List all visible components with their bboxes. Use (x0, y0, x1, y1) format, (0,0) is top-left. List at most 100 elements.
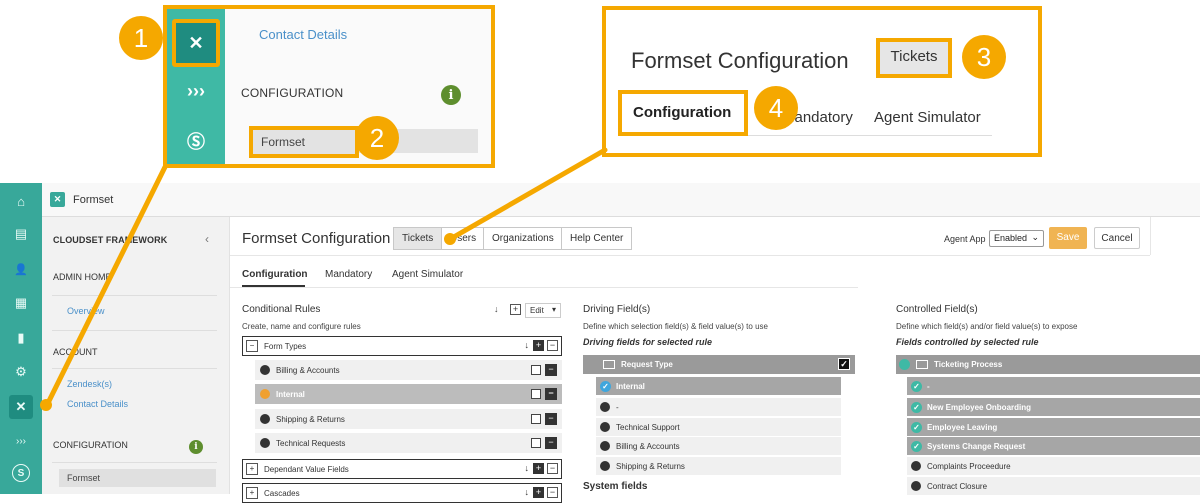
collapse-chevron-icon[interactable]: ‹ (205, 232, 209, 246)
zendesk-link[interactable]: Zendesk(s) (67, 379, 112, 389)
copy-icon[interactable] (531, 438, 541, 448)
formset-nav-item[interactable]: Formset (59, 469, 216, 487)
check-circle-icon[interactable]: ✓ (911, 381, 922, 392)
controlled-field-header[interactable]: Ticketing Process (896, 355, 1200, 374)
rule-row[interactable]: Billing & Accounts − (255, 360, 562, 380)
sort-icon[interactable]: ↓ (525, 340, 530, 350)
zoom-page-title: Formset Configuration (631, 48, 849, 73)
tab-agent-simulator[interactable]: Agent Simulator (392, 269, 463, 280)
cloudset-icon[interactable]: ✕ (172, 19, 220, 67)
check-circle-icon[interactable]: ✓ (911, 422, 922, 433)
check-circle-icon[interactable]: ✓ (600, 381, 611, 392)
sort-icon[interactable]: ↓ (525, 463, 530, 473)
radio-icon[interactable] (600, 402, 610, 412)
expand-icon[interactable]: + (246, 487, 258, 499)
s-icon[interactable]: Ⓢ (176, 121, 216, 161)
contact-details-link[interactable]: Contact Details (67, 399, 128, 409)
driving-value-row[interactable]: - (596, 398, 841, 416)
building-icon[interactable]: ▦ (9, 291, 33, 315)
admin-home-heading[interactable]: ADMIN HOME (53, 272, 112, 282)
save-button[interactable]: Save (1049, 227, 1087, 249)
checkbox-checked-icon[interactable]: ✓ (838, 358, 850, 370)
radio-icon[interactable] (911, 461, 921, 471)
arrows-icon[interactable]: ››› (176, 71, 216, 111)
check-circle-icon[interactable]: ✓ (911, 441, 922, 452)
dropdown-field-icon (916, 360, 928, 369)
remove-icon[interactable]: − (545, 413, 557, 425)
radio-icon[interactable] (600, 441, 610, 451)
icon-sidebar: ⌂ ▤ 👤 ▦ ▮ ⚙ ✕ ››› S (0, 183, 42, 494)
remove-icon[interactable]: − (545, 364, 557, 376)
controlled-value-row[interactable]: Contract Closure (907, 477, 1200, 495)
controlled-value-row[interactable]: ✓ New Employee Onboarding (907, 398, 1200, 416)
agent-app-select[interactable]: Enabled ⌄ (989, 230, 1044, 247)
add-icon[interactable]: + (533, 487, 544, 498)
tab-tickets[interactable]: Tickets (393, 227, 443, 250)
zoom-agent-simulator-tab[interactable]: Agent Simulator (874, 109, 981, 126)
sort-icon[interactable]: ↓ (525, 487, 530, 497)
controlled-value-row[interactable]: ✓ Employee Leaving (907, 418, 1200, 436)
group-form-types[interactable]: − Form Types ↓ + − (242, 336, 562, 356)
radio-icon[interactable] (600, 461, 610, 471)
header-divider (1150, 217, 1151, 255)
remove-icon[interactable]: − (545, 388, 557, 400)
edit-dropdown[interactable]: Edit ▾ (525, 303, 561, 318)
radio-icon[interactable] (260, 365, 270, 375)
radio-icon[interactable] (260, 438, 270, 448)
rule-row-selected[interactable]: Internal − (255, 384, 562, 404)
driving-field-header[interactable]: Request Type ✓ (583, 355, 855, 374)
controlled-value-row[interactable]: ✓ - (907, 377, 1200, 395)
controlled-value-row[interactable]: ✓ Systems Change Request (907, 437, 1200, 455)
controlled-fields-subtitle: Define which field(s) and/or field value… (896, 322, 1078, 331)
controlled-value-row[interactable]: Complaints Proceedure (907, 457, 1200, 475)
home-icon[interactable]: ⌂ (9, 189, 33, 213)
inbox-icon[interactable]: ▤ (9, 222, 33, 246)
formset-nav-item[interactable]: Formset (249, 126, 359, 158)
sort-icon[interactable]: ↓ (494, 304, 499, 314)
group-cascades[interactable]: + Cascades ↓ + − (242, 483, 562, 503)
tab-help-center[interactable]: Help Center (561, 227, 633, 250)
cancel-button[interactable]: Cancel (1094, 227, 1140, 249)
radio-icon[interactable] (260, 414, 270, 424)
users-icon[interactable]: 👤 (9, 257, 33, 281)
copy-icon[interactable] (531, 414, 541, 424)
tab-configuration[interactable]: Configuration (242, 269, 308, 280)
gear-icon[interactable]: ⚙ (9, 360, 33, 384)
expand-icon[interactable]: + (246, 463, 258, 475)
rule-row[interactable]: Shipping & Returns − (255, 409, 562, 429)
group-dependant-value-fields[interactable]: + Dependant Value Fields ↓ + − (242, 459, 562, 479)
radio-icon[interactable] (911, 481, 921, 491)
info-icon[interactable]: i (441, 85, 461, 105)
tab-mandatory[interactable]: Mandatory (325, 269, 372, 280)
chart-icon[interactable]: ▮ (9, 326, 33, 350)
check-circle-icon[interactable]: ✓ (911, 402, 922, 413)
agent-app-value: Enabled (994, 233, 1028, 243)
tab-users[interactable]: Users (441, 227, 486, 250)
zoom-tickets-tab[interactable]: Tickets (876, 38, 952, 78)
overview-link[interactable]: Overview (67, 306, 105, 316)
cloudset-icon[interactable]: ✕ (9, 395, 33, 419)
driving-value-row[interactable]: ✓ Internal (596, 377, 841, 395)
driving-value-row[interactable]: Billing & Accounts (596, 437, 841, 455)
checked-radio-icon[interactable] (260, 389, 270, 399)
s-icon[interactable]: S (12, 464, 30, 482)
copy-icon[interactable] (531, 389, 541, 399)
tab-organizations[interactable]: Organizations (483, 227, 563, 250)
collapse-icon[interactable]: − (246, 340, 258, 352)
remove-icon[interactable]: − (547, 340, 558, 351)
add-icon[interactable]: + (533, 463, 544, 474)
remove-icon[interactable]: − (547, 487, 558, 498)
driving-value-row[interactable]: Technical Support (596, 418, 841, 436)
driving-value-row[interactable]: Shipping & Returns (596, 457, 841, 475)
remove-icon[interactable]: − (545, 437, 557, 449)
arrows-icon[interactable]: ››› (9, 429, 33, 453)
info-icon[interactable]: i (189, 440, 203, 454)
radio-icon[interactable] (600, 422, 610, 432)
rule-row[interactable]: Technical Requests − (255, 433, 562, 453)
remove-icon[interactable]: − (547, 463, 558, 474)
contact-details-link[interactable]: Contact Details (259, 27, 347, 42)
copy-icon[interactable] (531, 365, 541, 375)
add-icon[interactable]: + (533, 340, 544, 351)
zoom-configuration-tab[interactable]: Configuration (618, 90, 748, 136)
add-rule-icon[interactable]: + (510, 304, 521, 315)
